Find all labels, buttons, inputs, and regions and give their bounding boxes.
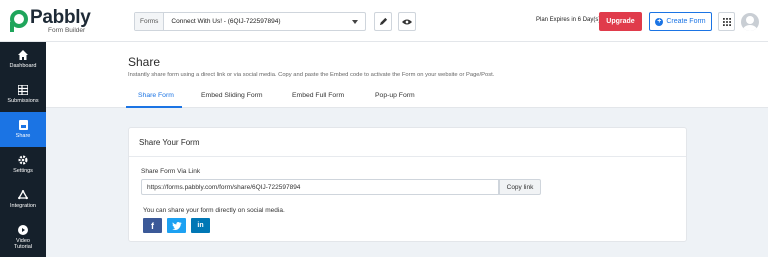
- active-tab-indicator: [126, 106, 182, 108]
- sidebar-item-settings[interactable]: Settings: [0, 147, 46, 182]
- sidebar-item-label: Settings: [13, 168, 33, 174]
- page-header: Share Instantly share form using a direc…: [46, 42, 768, 108]
- tab-share-form[interactable]: Share Form: [138, 92, 174, 99]
- sidebar-item-label: Integration: [10, 203, 36, 209]
- facebook-icon: f: [151, 220, 154, 231]
- sidebar-item-label: Submissions: [7, 98, 39, 104]
- plan-expiry-text: Plan Expires in 6 Day(s): [536, 17, 601, 23]
- twitter-icon: [171, 221, 182, 230]
- sidebar-item-label: Tutorial: [13, 243, 33, 250]
- user-avatar[interactable]: [741, 13, 759, 31]
- page-title: Share: [128, 55, 161, 69]
- grid-icon: [722, 17, 731, 26]
- card-title: Share Your Form: [139, 138, 200, 147]
- create-form-label: Create Form: [666, 18, 706, 25]
- preview-form-button[interactable]: [398, 12, 416, 31]
- sidebar-item-share[interactable]: Share: [0, 112, 46, 147]
- gear-icon: [18, 155, 28, 165]
- eye-icon: [402, 19, 412, 24]
- selected-form-value: Connect With Us! - (6QIJ-722597894): [171, 18, 281, 25]
- copy-link-button[interactable]: Copy link: [499, 179, 541, 195]
- chevron-down-icon: [352, 19, 358, 24]
- page-description: Instantly share form using a direct link…: [128, 72, 495, 78]
- pabbly-logo[interactable]: Pabbly Form Builder: [10, 8, 91, 35]
- facebook-share-button[interactable]: f: [143, 218, 162, 233]
- sidebar-item-dashboard[interactable]: Dashboard: [0, 42, 46, 77]
- share-link-field[interactable]: https://forms.pabbly.com/form/share/6QIJ…: [141, 179, 499, 195]
- brand-name: Pabbly: [30, 7, 91, 28]
- forms-label: Forms: [135, 13, 165, 30]
- social-share-note: You can share your form directly on soci…: [143, 207, 285, 214]
- home-icon: [18, 50, 28, 60]
- share-link-label: Share Form Via Link: [141, 168, 201, 175]
- sidebar-item-integration[interactable]: Integration: [0, 182, 46, 217]
- share-icon: [18, 120, 28, 130]
- plus-icon: +: [655, 17, 664, 26]
- pencil-icon: [379, 17, 387, 26]
- sidebar-item-label: Dashboard: [9, 63, 37, 69]
- table-icon: [18, 85, 28, 95]
- top-bar: Pabbly Form Builder Forms Connect With U…: [0, 0, 768, 42]
- brand-subtitle: Form Builder: [48, 27, 86, 34]
- sidebar-item-submissions[interactable]: Submissions: [0, 77, 46, 112]
- edit-form-button[interactable]: [374, 12, 392, 31]
- tab-popup-form[interactable]: Pop-up Form: [375, 92, 415, 99]
- share-form-card: Share Your Form Share Form Via Link http…: [128, 127, 687, 242]
- pabbly-logo-mark: [10, 10, 28, 32]
- form-select-dropdown[interactable]: Forms Connect With Us! - (6QIJ-722597894…: [134, 12, 366, 31]
- sidebar-item-video-tutorial[interactable]: Video Tutorial: [0, 217, 46, 257]
- divider: [129, 156, 686, 157]
- linkedin-icon: in: [197, 222, 204, 229]
- tab-embed-full-form[interactable]: Embed Full Form: [292, 92, 344, 99]
- integration-icon: [18, 190, 28, 200]
- upgrade-button[interactable]: Upgrade: [599, 12, 642, 31]
- create-form-button[interactable]: + Create Form: [649, 12, 712, 31]
- linkedin-share-button[interactable]: in: [191, 218, 210, 233]
- twitter-share-button[interactable]: [167, 218, 186, 233]
- tab-embed-sliding-form[interactable]: Embed Sliding Form: [201, 92, 263, 99]
- play-icon: [18, 224, 28, 235]
- sidebar: Dashboard Submissions Share Settings Int…: [0, 42, 46, 257]
- sidebar-item-label: Share: [15, 133, 31, 139]
- apps-grid-button[interactable]: [718, 12, 735, 31]
